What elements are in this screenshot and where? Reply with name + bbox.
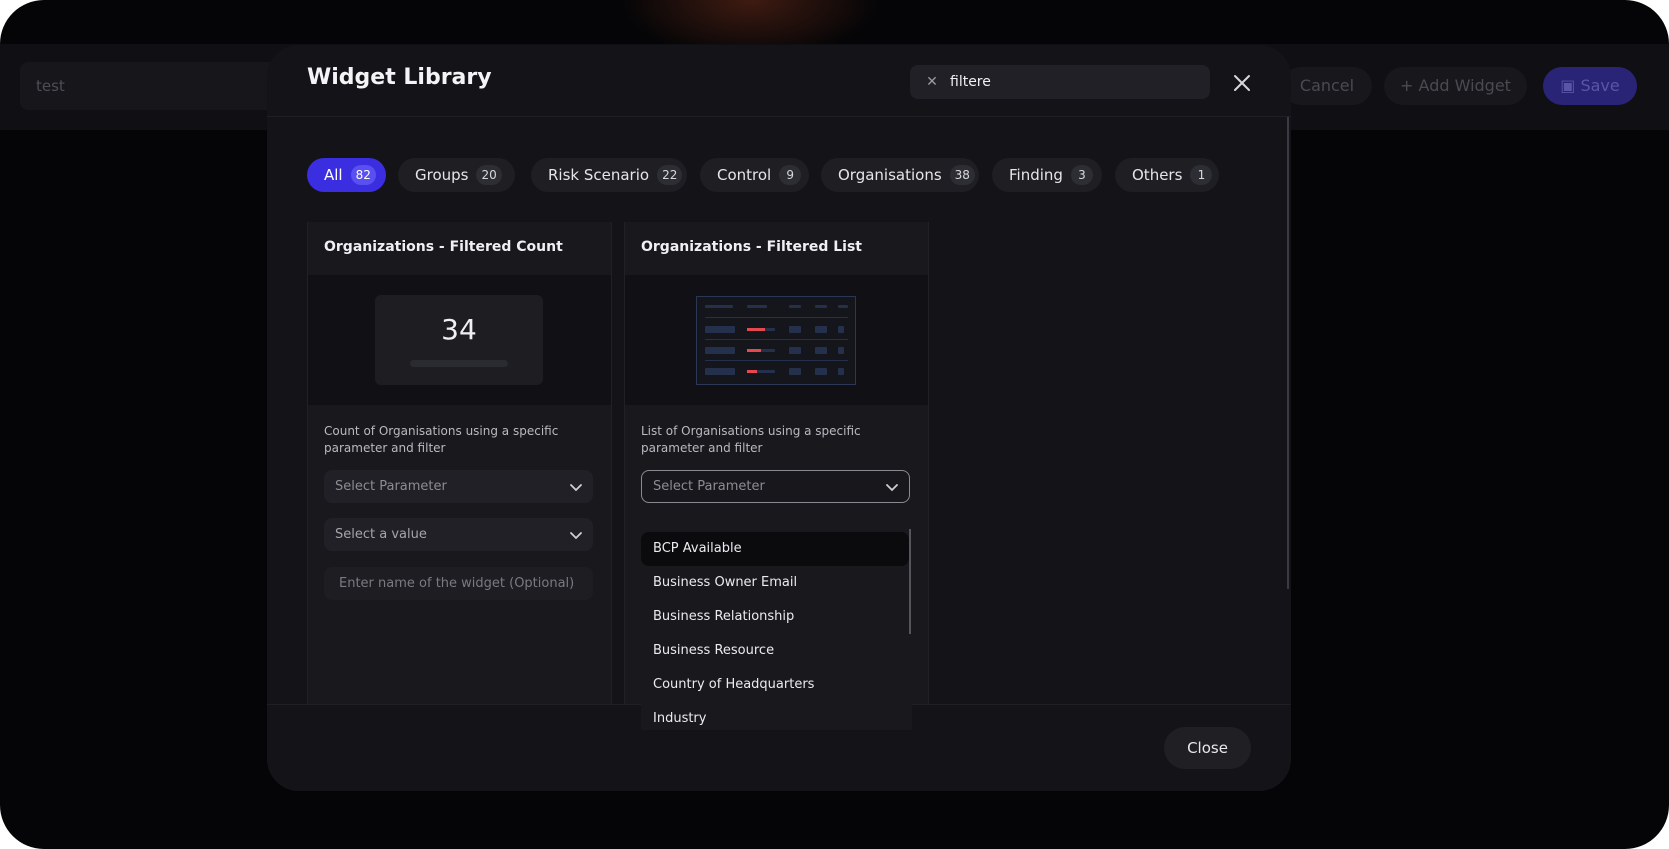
save-button[interactable]: ▣ Save: [1543, 67, 1637, 105]
widget-preview: [625, 275, 928, 405]
tab-finding[interactable]: Finding 3: [992, 158, 1102, 192]
widget-card-title: Organizations - Filtered Count: [324, 239, 563, 255]
add-widget-label: Add Widget: [1418, 76, 1511, 95]
count-preview: 34: [375, 295, 543, 385]
search-input[interactable]: [950, 65, 1200, 99]
dropdown-scrollbar[interactable]: [909, 529, 911, 634]
tab-label: Organisations: [838, 166, 942, 184]
screen: test Cancel + Add Widget ▣ Save Widget L…: [0, 0, 1669, 849]
search-box: ✕: [910, 65, 1210, 99]
tab-label: Risk Scenario: [548, 166, 650, 184]
chevron-down-icon: [570, 532, 582, 540]
widget-card-description: Count of Organisations using a specific …: [324, 424, 559, 455]
tab-count: 20: [476, 164, 502, 185]
parameter-select[interactable]: Select Parameter: [641, 470, 910, 503]
dropdown-option[interactable]: Business Relationship: [641, 600, 909, 634]
tab-label: Groups: [415, 166, 469, 184]
tab-others[interactable]: Others 1: [1115, 158, 1219, 192]
close-icon[interactable]: [1230, 71, 1254, 95]
tab-count: 38: [949, 164, 975, 185]
modal-header: Widget Library ✕: [267, 45, 1291, 117]
plus-icon: +: [1400, 76, 1419, 95]
parameter-select-placeholder: Select Parameter: [653, 479, 765, 494]
dropdown-option[interactable]: Country of Headquarters: [641, 668, 909, 702]
value-select-placeholder: Select a value: [335, 527, 427, 542]
add-widget-button[interactable]: + Add Widget: [1384, 67, 1527, 105]
chevron-down-icon: [886, 484, 898, 492]
tab-count: 82: [350, 164, 376, 185]
widget-card-description: List of Organisations using a specific p…: [641, 424, 861, 455]
preview-count-value: 34: [441, 313, 477, 346]
parameter-dropdown: BCP Available Business Owner Email Busin…: [641, 529, 912, 730]
list-preview: [696, 296, 856, 385]
dropdown-option[interactable]: BCP Available: [641, 532, 909, 566]
tab-label: Others: [1132, 166, 1183, 184]
tab-control[interactable]: Control 9: [700, 158, 809, 192]
dashboard-name-input[interactable]: test: [20, 62, 290, 110]
save-label: Save: [1580, 76, 1620, 95]
save-icon: ▣: [1560, 76, 1581, 95]
dropdown-option[interactable]: Business Resource: [641, 634, 909, 668]
tab-count: 3: [1070, 164, 1093, 185]
widget-card-title: Organizations - Filtered List: [641, 239, 862, 255]
dropdown-option[interactable]: Industry: [641, 702, 909, 730]
modal-scrollbar[interactable]: [1287, 117, 1289, 589]
tab-organisations[interactable]: Organisations 38: [821, 158, 979, 192]
tab-all[interactable]: All 82: [307, 158, 386, 192]
value-select[interactable]: Select a value: [324, 518, 593, 551]
close-button[interactable]: Close: [1164, 727, 1251, 769]
chevron-down-icon: [570, 484, 582, 492]
widget-card-filtered-count[interactable]: Organizations - Filtered Count 34 Count …: [307, 222, 612, 722]
tab-count: 22: [657, 164, 683, 185]
tab-count: 1: [1190, 164, 1213, 185]
parameter-select[interactable]: Select Parameter: [324, 470, 593, 503]
clear-search-icon[interactable]: ✕: [922, 72, 942, 92]
preview-bar: [410, 360, 508, 367]
tab-label: Finding: [1009, 166, 1063, 184]
tab-groups[interactable]: Groups 20: [398, 158, 515, 192]
cancel-button[interactable]: Cancel: [1282, 67, 1372, 105]
dropdown-option[interactable]: Business Owner Email: [641, 566, 909, 600]
tab-risk-scenario[interactable]: Risk Scenario 22: [531, 158, 687, 192]
widget-preview: 34: [308, 275, 611, 405]
tab-label: All: [324, 166, 343, 184]
parameter-select-placeholder: Select Parameter: [335, 479, 447, 494]
modal-title: Widget Library: [307, 65, 492, 90]
widget-name-input[interactable]: Enter name of the widget (Optional): [324, 567, 593, 600]
tab-count: 9: [779, 164, 802, 185]
tab-label: Control: [717, 166, 772, 184]
